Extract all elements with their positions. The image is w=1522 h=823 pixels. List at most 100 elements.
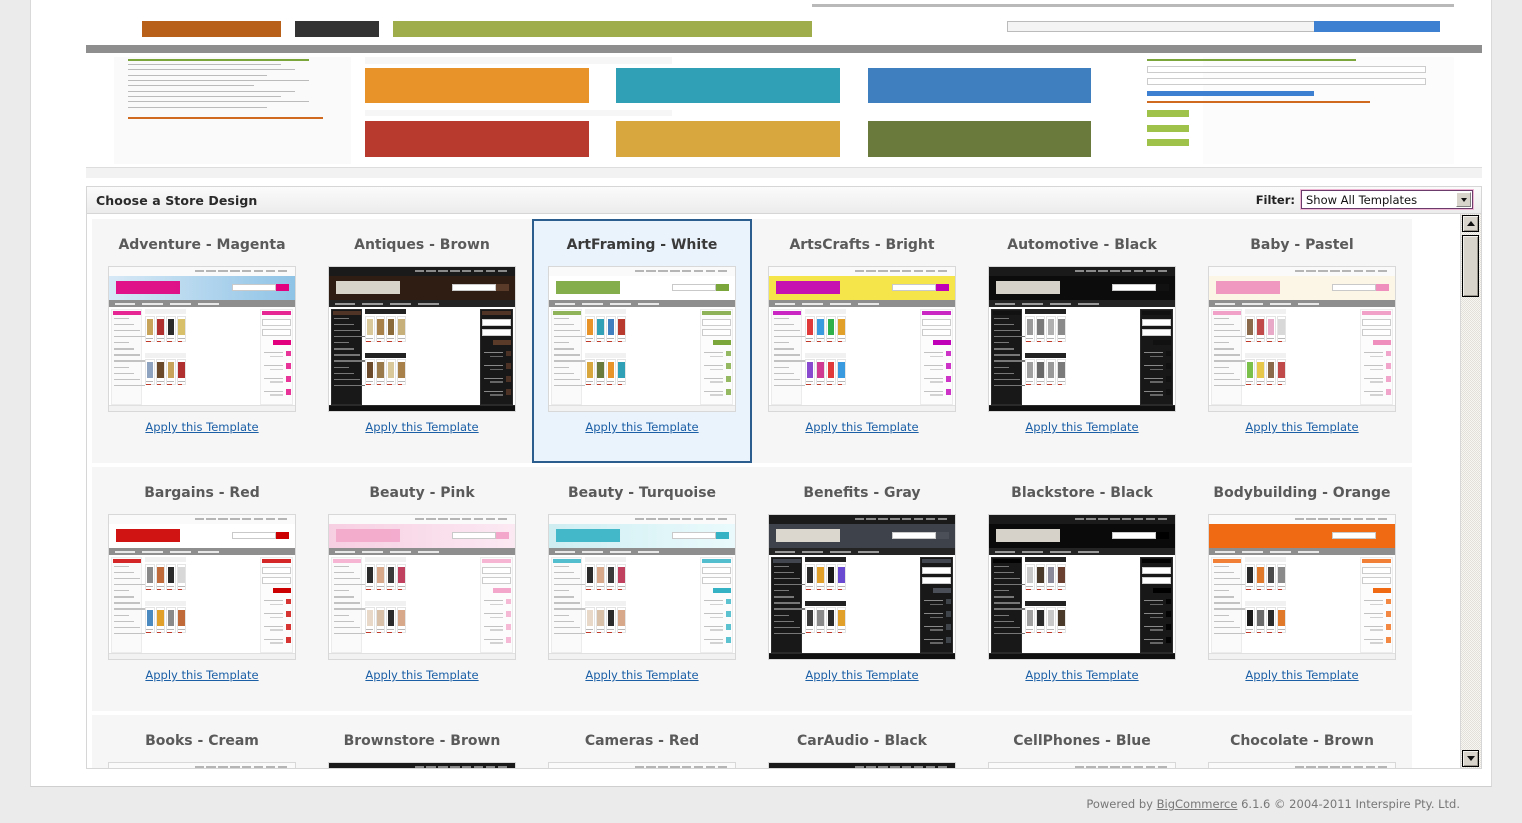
preview-shape — [1318, 518, 1328, 520]
template-thumbnail[interactable] — [328, 514, 516, 660]
template-thumbnail[interactable] — [108, 514, 296, 660]
storefront-preview-thumbnail — [109, 267, 295, 411]
apply-this-template-link[interactable]: Apply this Template — [365, 668, 478, 682]
preview-shape — [1369, 629, 1383, 631]
preview-shape — [1376, 532, 1390, 540]
apply-this-template-link[interactable]: Apply this Template — [145, 668, 258, 682]
preview-shape — [805, 309, 847, 314]
preview-shape — [1149, 355, 1163, 357]
template-title: Blackstore - Black — [1011, 485, 1153, 501]
preview-shape — [993, 342, 1009, 344]
preview-shape — [827, 380, 835, 382]
template-tile[interactable]: Cameras - RedApply this Template — [532, 715, 752, 768]
preview-shape — [827, 610, 835, 626]
template-thumbnail[interactable] — [768, 514, 956, 660]
apply-this-template-link[interactable]: Apply this Template — [805, 420, 918, 434]
template-thumbnail[interactable] — [1208, 514, 1396, 660]
template-thumbnail[interactable] — [108, 266, 296, 412]
preview-shape — [1025, 353, 1067, 358]
scrollbar-thumb[interactable] — [1462, 235, 1479, 297]
apply-this-template-link[interactable]: Apply this Template — [365, 420, 478, 434]
template-tile[interactable]: CarAudio - BlackApply this Template — [752, 715, 972, 768]
template-tile[interactable]: Blackstore - Black Apply this Template — [972, 467, 1192, 711]
template-thumbnail[interactable] — [328, 266, 516, 412]
template-thumbnail[interactable] — [1208, 762, 1396, 768]
preview-shape — [1026, 585, 1034, 587]
template-thumbnail[interactable] — [108, 762, 296, 768]
template-tile[interactable]: CellPhones - BlueApply this Template — [972, 715, 1192, 768]
preview-shape — [993, 602, 1020, 604]
template-tile[interactable]: Beauty - Pink Apply this Template — [312, 467, 532, 711]
apply-this-template-link[interactable]: Apply this Template — [1245, 420, 1358, 434]
preview-shape — [773, 360, 806, 362]
preview-shape — [418, 551, 439, 553]
preview-shape — [113, 366, 129, 368]
preview-shape — [837, 585, 845, 587]
preview-shape — [634, 518, 644, 520]
apply-this-template-link[interactable]: Apply this Template — [1025, 420, 1138, 434]
preview-shape — [492, 588, 512, 594]
apply-this-template-link[interactable]: Apply this Template — [585, 420, 698, 434]
scrollbar-down-button[interactable] — [1462, 750, 1479, 767]
preview-shape — [671, 284, 717, 292]
preview-shape — [285, 389, 292, 396]
preview-shape — [1036, 383, 1042, 386]
preview-shape — [1047, 318, 1055, 335]
preview-shape — [1385, 637, 1392, 644]
template-tile[interactable]: Baby - Pastel Apply this Template — [1192, 219, 1412, 463]
preview-shape — [553, 584, 586, 586]
preview-shape — [1149, 603, 1163, 605]
preview-shape — [773, 366, 789, 368]
preview-shape — [157, 318, 164, 335]
preview-shape — [617, 585, 625, 587]
preview-shape — [365, 601, 407, 606]
preview-shape — [376, 340, 382, 343]
template-thumbnail[interactable] — [548, 762, 736, 768]
preview-shape — [1256, 337, 1264, 339]
template-thumbnail[interactable] — [988, 514, 1176, 660]
preview-shape — [387, 318, 395, 335]
template-grid-scrollbar[interactable] — [1460, 214, 1481, 768]
preview-shape — [1256, 380, 1264, 382]
preview-shape — [362, 303, 383, 305]
apply-this-template-link[interactable]: Apply this Template — [585, 668, 698, 682]
chevron-down-icon[interactable] — [1456, 192, 1471, 207]
template-filter-select[interactable]: Show All Templates — [1300, 189, 1474, 210]
template-thumbnail[interactable] — [768, 266, 956, 412]
preview-shape — [890, 518, 900, 520]
template-thumbnail[interactable] — [988, 762, 1176, 768]
apply-this-template-link[interactable]: Apply this Template — [805, 668, 918, 682]
scrollbar-up-button[interactable] — [1462, 215, 1479, 232]
preview-shape — [773, 584, 806, 586]
preview-shape — [586, 340, 591, 343]
bigcommerce-link[interactable]: BigCommerce — [1157, 797, 1238, 811]
apply-this-template-link[interactable]: Apply this Template — [145, 420, 258, 434]
template-tile[interactable]: Chocolate - BrownApply this Template — [1192, 715, 1412, 768]
preview-shape — [1037, 318, 1044, 335]
template-thumbnail[interactable] — [988, 266, 1176, 412]
apply-this-template-link[interactable]: Apply this Template — [1245, 668, 1358, 682]
preview-shape — [261, 566, 292, 575]
template-tile[interactable]: Bodybuilding - Orange Apply this Template — [1192, 467, 1412, 711]
template-thumbnail[interactable] — [1208, 266, 1396, 412]
template-tile[interactable]: Benefits - Gray Apply this Template — [752, 467, 972, 711]
preview-shape — [725, 624, 732, 631]
template-tile[interactable]: ArtsCrafts - Bright Apply this Template — [752, 219, 972, 463]
template-thumbnail[interactable] — [768, 762, 956, 768]
template-tile[interactable]: Antiques - Brown Apply this Template — [312, 219, 532, 463]
template-thumbnail[interactable] — [548, 514, 736, 660]
template-tile[interactable]: Brownstore - BrownApply this Template — [312, 715, 532, 768]
template-thumbnail[interactable] — [548, 266, 736, 412]
preview-shape — [1213, 602, 1240, 604]
preview-shape — [1086, 518, 1096, 520]
template-tile[interactable]: Bargains - Red Apply this Template — [92, 467, 312, 711]
preview-shape — [484, 638, 503, 640]
template-tile[interactable]: Books - CreamApply this Template — [92, 715, 312, 768]
template-tile[interactable]: Adventure - Magenta Apply this Template — [92, 219, 312, 463]
apply-this-template-link[interactable]: Apply this Template — [1025, 668, 1138, 682]
template-thumbnail[interactable] — [328, 762, 516, 768]
template-tile[interactable]: Beauty - Turquoise Apply this Template — [532, 467, 752, 711]
template-tile[interactable]: ArtFraming - White Apply this Template — [532, 219, 752, 463]
preview-shape — [450, 518, 460, 520]
template-tile[interactable]: Automotive - Black Apply this Template — [972, 219, 1192, 463]
